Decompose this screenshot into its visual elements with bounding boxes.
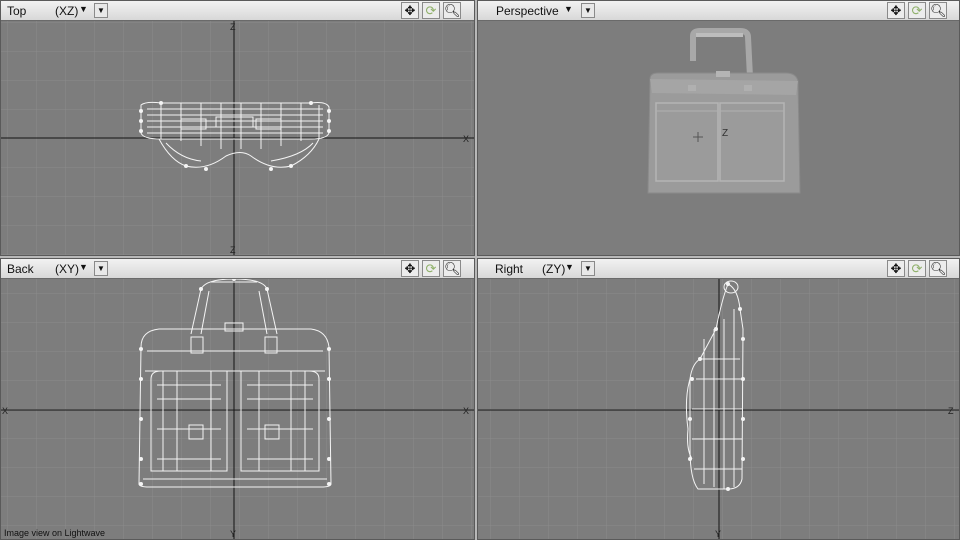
view-options-dropdown-icon[interactable]: ▼ — [94, 261, 108, 276]
axis-z-bottom-label: Z — [230, 245, 236, 255]
zoom-icon[interactable]: 🔍︎ — [443, 260, 461, 277]
status-caption: Image view on Lightwave — [4, 528, 106, 538]
zoom-icon[interactable]: 🔍︎ — [929, 260, 947, 277]
move-icon[interactable]: ✥ — [401, 260, 419, 277]
view-dropdown-arrow-icon[interactable]: ▼ — [79, 4, 88, 14]
axis-z-top-label: Z — [230, 22, 236, 32]
view-name-label: Perspective — [496, 4, 559, 18]
view-dropdown-arrow-icon[interactable]: ▼ — [565, 262, 574, 272]
axis-x-right-label: X — [463, 406, 469, 416]
axis-label: (XZ) — [55, 4, 79, 18]
viewport-header: Back (XY) ▼ ▼ ✥ ⟳ 🔍︎ — [1, 259, 474, 279]
view-dropdown-arrow-icon[interactable]: ▼ — [564, 4, 573, 14]
view-dropdown-arrow-icon[interactable]: ▼ — [79, 262, 88, 272]
top-view-wireframe: Z Z X — [1, 21, 474, 255]
view-options-dropdown-icon[interactable]: ▼ — [94, 3, 108, 18]
axis-z-right-label: Z — [948, 406, 954, 416]
rotate-icon[interactable]: ⟳ — [908, 260, 926, 277]
zoom-icon[interactable]: 🔍︎ — [929, 2, 947, 19]
move-icon[interactable]: ✥ — [887, 2, 905, 19]
rotate-icon[interactable]: ⟳ — [422, 260, 440, 277]
right-view-wireframe: Z Y — [478, 279, 959, 539]
viewport-right[interactable]: Right (ZY) ▼ ▼ ✥ ⟳ 🔍︎ Z Y — [477, 258, 960, 540]
viewport-perspective[interactable]: Perspective ▼ ▼ ✥ ⟳ 🔍︎ Z — [477, 0, 960, 256]
axis-label: (XY) — [55, 262, 79, 276]
viewport-header: Perspective ▼ ▼ ✥ ⟳ 🔍︎ — [478, 1, 959, 21]
move-icon[interactable]: ✥ — [401, 2, 419, 19]
viewport-header: Right (ZY) ▼ ▼ ✥ ⟳ 🔍︎ — [478, 259, 959, 279]
viewport-header: Top (XZ) ▼ ▼ ✥ ⟳ 🔍︎ — [1, 1, 474, 21]
axis-x-right-label: X — [463, 134, 469, 144]
view-name-label: Back — [7, 262, 34, 276]
rotate-icon[interactable]: ⟳ — [908, 2, 926, 19]
viewport-canvas[interactable]: X X Y — [1, 279, 474, 539]
viewport-back[interactable]: Back (XY) ▼ ▼ ✥ ⟳ 🔍︎ X X Y — [0, 258, 475, 540]
perspective-axis-label: Z — [722, 128, 728, 139]
zoom-icon[interactable]: 🔍︎ — [443, 2, 461, 19]
axis-y-bottom-label: Y — [230, 529, 236, 539]
view-name-label: Right — [495, 262, 524, 276]
viewport-canvas[interactable]: Z — [478, 21, 959, 255]
view-name-label: Top — [7, 4, 27, 18]
viewport-canvas[interactable]: Z Y — [478, 279, 959, 539]
viewport-canvas[interactable]: Z Z X — [1, 21, 474, 255]
perspective-shaded-model: Z — [478, 21, 959, 255]
rotate-icon[interactable]: ⟳ — [422, 2, 440, 19]
axis-x-left-label: X — [2, 406, 8, 416]
axis-y-bottom-label: Y — [715, 529, 721, 539]
move-icon[interactable]: ✥ — [887, 260, 905, 277]
viewport-top[interactable]: Top (XZ) ▼ ▼ ✥ ⟳ 🔍︎ Z Z X — [0, 0, 475, 256]
axis-label: (ZY) — [542, 262, 566, 276]
view-options-dropdown-icon[interactable]: ▼ — [581, 3, 595, 18]
view-options-dropdown-icon[interactable]: ▼ — [581, 261, 595, 276]
back-view-wireframe: X X Y — [1, 279, 474, 539]
